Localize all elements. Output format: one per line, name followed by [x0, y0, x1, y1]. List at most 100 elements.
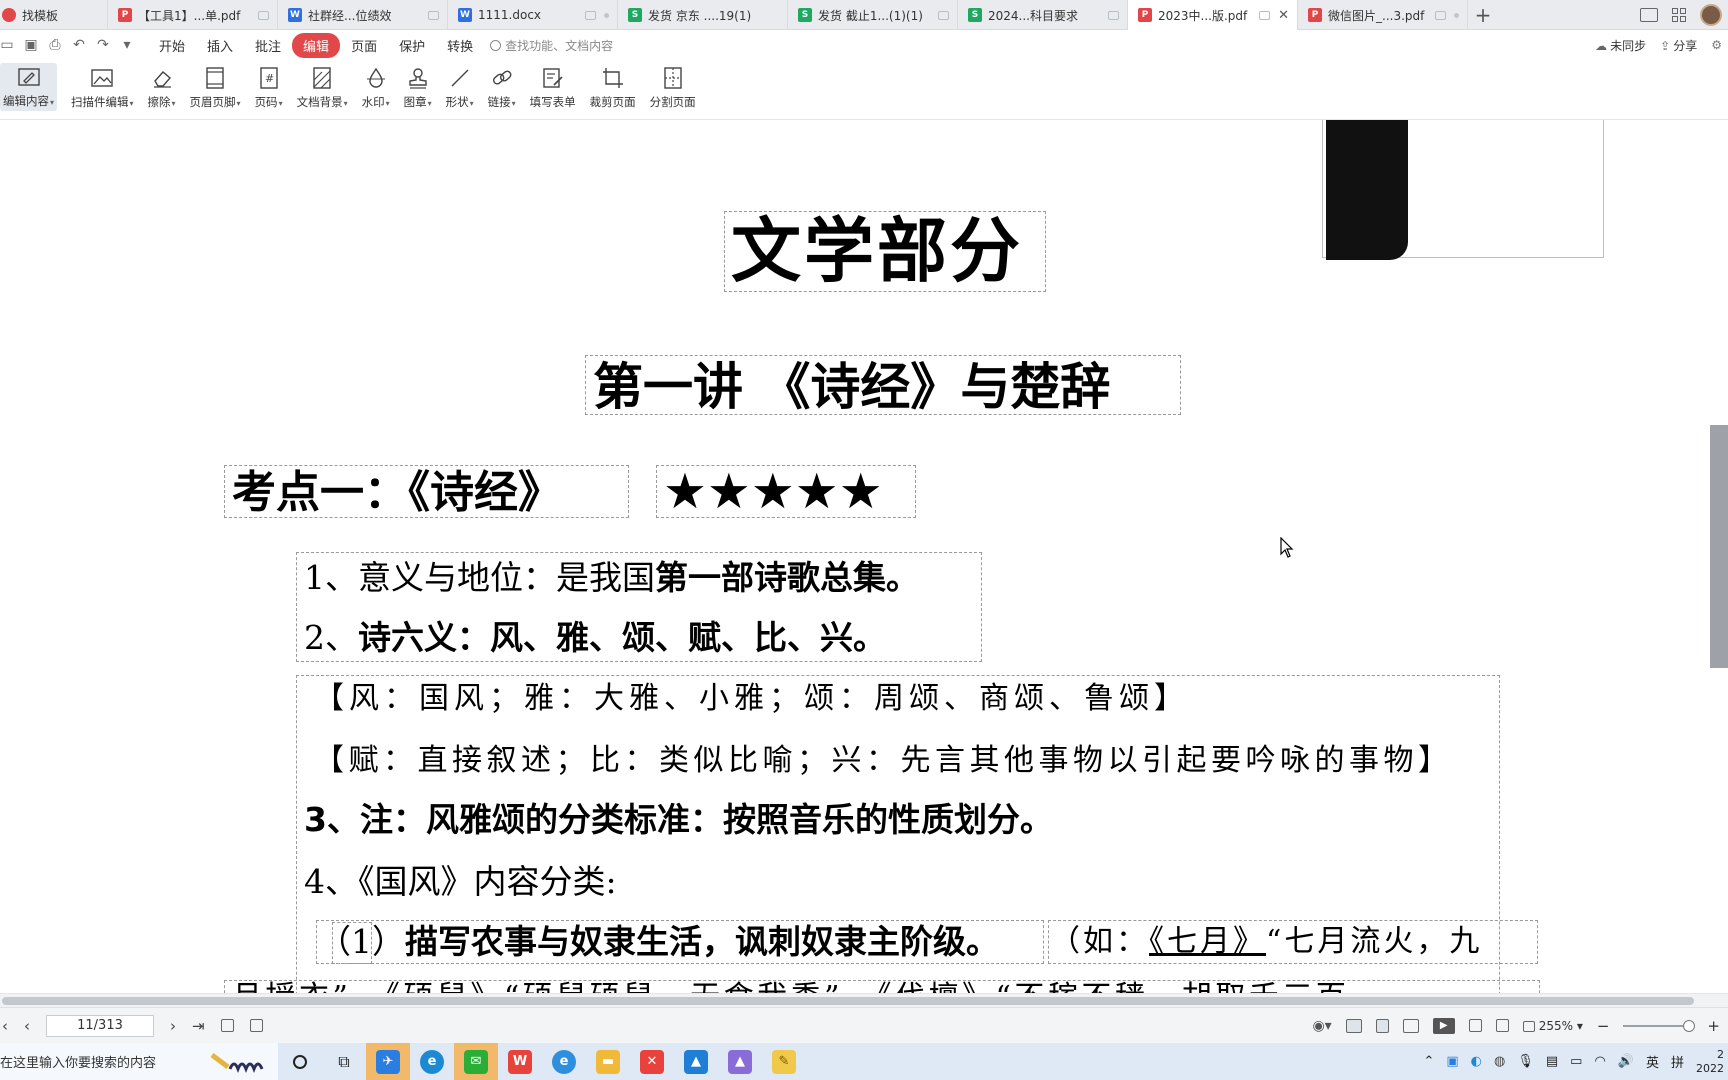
function-search[interactable]: 查找功能、文档内容	[490, 37, 613, 54]
zoom-level[interactable]: 255% ▾	[1522, 1019, 1583, 1033]
crop-page-button[interactable]: 裁剪页面	[590, 66, 636, 110]
system-clock[interactable]: 2 2022	[1696, 1048, 1724, 1076]
microphone-icon[interactable]: 🎙	[1517, 1054, 1534, 1069]
scan-edit-button[interactable]: 扫描件编辑▾	[71, 66, 134, 110]
fit-page-icon[interactable]	[1495, 1019, 1509, 1032]
quick-access-dropdown-icon[interactable]: ▾	[120, 37, 134, 53]
new-tab-plus-icon[interactable]: +	[1468, 0, 1498, 30]
play-slideshow-icon[interactable]: ▶	[1432, 1017, 1455, 1034]
taskbar-app-ie[interactable]: e	[542, 1043, 586, 1080]
header-footer-button[interactable]: 页眉页脚▾	[190, 66, 241, 110]
single-page-icon[interactable]	[1375, 1018, 1389, 1033]
link-button[interactable]: 链接▾	[488, 66, 516, 110]
ime-mode[interactable]: 拼	[1671, 1052, 1684, 1071]
tab-1111-docx[interactable]: W 1111.docx	[448, 0, 618, 30]
tab-wechat-image-pdf[interactable]: P 微信图片_...3.pdf	[1298, 0, 1468, 30]
tab-community-doc[interactable]: W 社群经...位绩效	[278, 0, 448, 30]
horizontal-scrollbar[interactable]	[0, 993, 1728, 1007]
pdf-page-view[interactable]: 文学部分 第一讲 《诗经》与楚辞 考点一：《诗经》 ★★★★★ 1、意义与地位：…	[0, 120, 1728, 993]
tab-shipping-jd[interactable]: S 发货 京东 ....19(1)	[618, 0, 788, 30]
redo-icon[interactable]: ↷	[96, 37, 110, 53]
tab-label: 发货 截止1...(1)(1)	[818, 8, 923, 23]
tray-edge-icon[interactable]: ◐	[1471, 1054, 1482, 1069]
go-forward-icon[interactable]	[249, 1019, 263, 1032]
next-page-icon[interactable]: ›	[170, 1017, 176, 1035]
tray-expand-icon[interactable]: ⌃	[1423, 1054, 1434, 1069]
cortana-circle-icon[interactable]	[278, 1043, 322, 1080]
task-view-icon[interactable]: ⧉	[322, 1043, 366, 1080]
tray-display-icon[interactable]: ▭	[1570, 1054, 1582, 1069]
stamp-button[interactable]: 图章▾	[404, 66, 432, 110]
page-number-button[interactable]: # 页码▾	[255, 66, 283, 110]
tray-wechat-icon[interactable]: ◍	[1494, 1054, 1505, 1069]
close-tab-icon[interactable]: ✕	[1278, 8, 1289, 23]
first-page-icon[interactable]: ‹	[2, 1017, 8, 1035]
tab-label: 【工具1】...单.pdf	[138, 8, 241, 23]
tab-find-template[interactable]: 找模板	[0, 0, 108, 30]
share-button[interactable]: ⇪ 分享	[1660, 37, 1697, 54]
actual-size-icon[interactable]	[1468, 1019, 1482, 1032]
taskbar-app-edge[interactable]: e	[410, 1043, 454, 1080]
taskbar-app-mountain[interactable]: ▲	[718, 1043, 762, 1080]
taskbar-app-wps[interactable]: W	[498, 1043, 542, 1080]
split-page-button[interactable]: 分割页面	[650, 66, 696, 110]
taskbar-app-pen[interactable]: ✎	[762, 1043, 806, 1080]
document-background-button[interactable]: 文档背景▾	[297, 66, 348, 110]
ribbon-tab-convert[interactable]: 转换	[436, 33, 484, 58]
zoom-out-icon[interactable]: −	[1597, 1017, 1610, 1035]
tray-app-icon[interactable]: ▣	[1446, 1054, 1458, 1069]
print-icon[interactable]: ⎙	[48, 37, 62, 53]
vertical-scrollbar-thumb[interactable]	[1710, 425, 1728, 668]
topic-heading: 考点一：《诗经》	[232, 467, 562, 518]
ribbon-tab-page[interactable]: 页面	[340, 33, 388, 58]
taskbar-app-feishu[interactable]: ✈	[366, 1043, 410, 1080]
bracket-line-1: 【风：国风；雅：大雅、小雅；颂：周颂、商颂、鲁颂】	[314, 681, 1189, 716]
tab-2023-pdf-active[interactable]: P 2023中...版.pdf ✕	[1128, 0, 1298, 30]
volume-icon[interactable]: 🔊	[1618, 1054, 1634, 1069]
taskbar-app-photos[interactable]: ▲	[674, 1043, 718, 1080]
sync-status[interactable]: ☁ 未同步	[1595, 37, 1646, 54]
taskbar-app-file-explorer[interactable]: ▬	[586, 1043, 630, 1080]
prev-page-icon[interactable]: ‹	[24, 1017, 30, 1035]
page-number-input[interactable]: 11/313	[46, 1014, 154, 1037]
user-avatar[interactable]	[1700, 3, 1722, 26]
wifi-icon[interactable]: ◠	[1594, 1054, 1605, 1069]
settings-gear-icon[interactable]: ⚙	[1711, 38, 1722, 52]
two-page-icon[interactable]	[1402, 1018, 1419, 1033]
workspace-grid-icon[interactable]	[1672, 7, 1686, 22]
watermark-button[interactable]: 水印▾	[362, 66, 390, 110]
save-icon[interactable]: ▣	[24, 37, 38, 53]
go-back-icon[interactable]	[220, 1019, 234, 1032]
tab-tool-pdf[interactable]: P 【工具1】...单.pdf	[108, 0, 278, 30]
last-page-icon[interactable]: ⇥	[192, 1017, 205, 1035]
eraser-button[interactable]: 擦除▾	[148, 66, 176, 110]
undo-icon[interactable]: ↶	[72, 37, 86, 53]
zoom-slider-knob[interactable]	[1683, 1019, 1696, 1032]
fit-width-icon[interactable]	[1345, 1018, 1362, 1033]
input-language[interactable]: 英	[1646, 1052, 1659, 1071]
lecture-heading: 第一讲 《诗经》与楚辞	[593, 358, 1111, 416]
ribbon-tab-protect[interactable]: 保护	[388, 33, 436, 58]
tab-list-icon[interactable]	[1640, 7, 1658, 22]
tray-security-icon[interactable]: ▤	[1546, 1054, 1558, 1069]
open-folder-icon[interactable]: ▭	[0, 37, 14, 53]
zoom-in-icon[interactable]: +	[1707, 1017, 1720, 1035]
tab-2024-subjects[interactable]: S 2024...科目要求	[958, 0, 1128, 30]
taskbar-app-wechat[interactable]: ✉	[454, 1043, 498, 1080]
example-prefix: （如：	[1050, 924, 1149, 959]
eye-protection-icon[interactable]: ◉▾	[1312, 1018, 1331, 1034]
unsaved-dot-icon	[1454, 12, 1459, 18]
fill-form-button[interactable]: 填写表单	[530, 66, 576, 110]
ribbon-tab-insert[interactable]: 插入	[196, 33, 244, 58]
taskbar-search-box[interactable]: 在这里输入你要搜索的内容	[0, 1043, 278, 1080]
horizontal-scrollbar-thumb[interactable]	[2, 997, 1694, 1005]
edit-content-button[interactable]: 编辑内容▾	[0, 63, 58, 111]
ribbon-tab-start[interactable]: 开始	[148, 33, 196, 58]
ribbon-tab-annotate[interactable]: 批注	[244, 33, 292, 58]
taskbar-app-xmind[interactable]: ✕	[630, 1043, 674, 1080]
shape-button[interactable]: 形状▾	[446, 66, 474, 110]
ribbon-tab-edit[interactable]: 编辑	[292, 32, 341, 58]
doc-icon: W	[458, 8, 472, 22]
tab-shipping-deadline[interactable]: S 发货 截止1...(1)(1)	[788, 0, 958, 30]
zoom-slider[interactable]	[1623, 1019, 1696, 1032]
